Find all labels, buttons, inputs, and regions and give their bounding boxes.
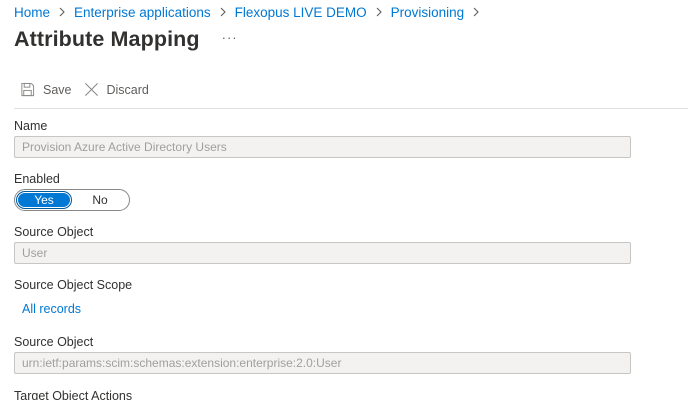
chevron-right-icon xyxy=(219,7,227,17)
breadcrumb: Home Enterprise applications Flexopus LI… xyxy=(14,3,488,21)
breadcrumb-home[interactable]: Home xyxy=(14,5,50,20)
source-object-extension-field: urn:ietf:params:scim:schemas:extension:e… xyxy=(14,352,631,374)
discard-label: Discard xyxy=(106,82,149,97)
breadcrumb-enterprise-applications[interactable]: Enterprise applications xyxy=(74,5,211,20)
command-bar: Save Discard xyxy=(20,82,149,97)
enabled-toggle: Yes No xyxy=(14,189,130,211)
enabled-label: Enabled xyxy=(14,172,60,186)
source-object-label: Source Object xyxy=(14,225,94,239)
breadcrumb-provisioning[interactable]: Provisioning xyxy=(391,5,465,20)
breadcrumb-app[interactable]: Flexopus LIVE DEMO xyxy=(235,5,367,20)
source-object-field: User xyxy=(14,242,631,264)
enabled-no-option[interactable]: No xyxy=(73,192,127,208)
discard-button[interactable]: Discard xyxy=(84,82,149,97)
save-icon xyxy=(21,82,35,97)
source-scope-link[interactable]: All records xyxy=(22,302,81,316)
save-label: Save xyxy=(43,82,72,97)
chevron-right-icon xyxy=(58,7,66,17)
target-object-actions-label: Target Object Actions xyxy=(14,389,133,400)
page-title: Attribute Mapping xyxy=(14,27,200,51)
close-icon xyxy=(84,83,98,96)
enabled-yes-option[interactable]: Yes xyxy=(16,191,72,209)
save-button[interactable]: Save xyxy=(20,82,72,97)
more-options-button[interactable]: ··· xyxy=(222,30,238,49)
name-field: Provision Azure Active Directory Users xyxy=(14,136,631,158)
source-scope-label: Source Object Scope xyxy=(14,278,133,292)
toolbar-divider xyxy=(14,108,688,109)
chevron-right-icon xyxy=(375,7,383,17)
source-object-extension-label: Source Object xyxy=(14,335,94,349)
name-label: Name xyxy=(14,119,48,133)
title-row: Attribute Mapping ··· xyxy=(14,27,238,52)
chevron-right-icon xyxy=(472,7,480,17)
